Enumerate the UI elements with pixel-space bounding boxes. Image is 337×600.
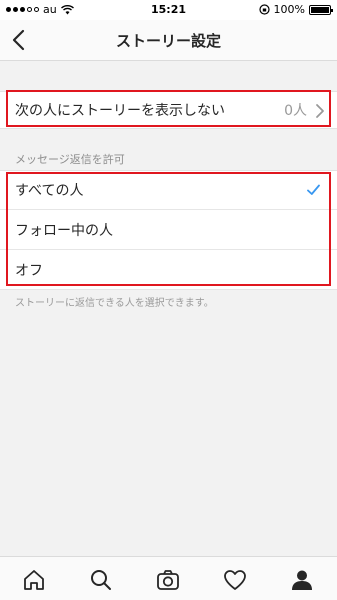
hide-story-row[interactable]: 次の人にストーリーを表示しない 0人: [0, 91, 337, 129]
home-icon[interactable]: [21, 567, 47, 593]
status-bar: au 15:21 100%: [0, 0, 337, 20]
tab-bar: [0, 556, 337, 600]
camera-icon[interactable]: [155, 567, 181, 593]
option-label: フォロー中の人: [15, 222, 113, 239]
status-right: 100%: [258, 3, 333, 16]
chevron-right-icon: [316, 104, 324, 118]
profile-icon[interactable]: [289, 567, 315, 593]
battery-label: 100%: [273, 3, 305, 16]
section-label-replies: メッセージ返信を許可: [15, 153, 125, 166]
reply-hint-text: ストーリーに返信できる人を選択できます。: [15, 298, 214, 309]
reply-option-everyone[interactable]: すべての人: [0, 170, 337, 210]
nav-bar: ストーリー設定: [0, 20, 337, 61]
heart-icon[interactable]: [222, 567, 248, 593]
orientation-lock-icon: [258, 4, 270, 15]
checkmark-icon: [307, 184, 320, 195]
battery-icon: [309, 4, 333, 15]
option-label: オフ: [15, 262, 43, 279]
reply-option-off[interactable]: オフ: [0, 250, 337, 290]
hide-story-count: 0人: [284, 103, 307, 119]
reply-option-following[interactable]: フォロー中の人: [0, 210, 337, 250]
search-icon[interactable]: [88, 567, 114, 593]
option-label: すべての人: [15, 183, 84, 199]
hide-story-label: 次の人にストーリーを表示しない: [15, 103, 225, 119]
page-title: ストーリー設定: [115, 32, 221, 50]
